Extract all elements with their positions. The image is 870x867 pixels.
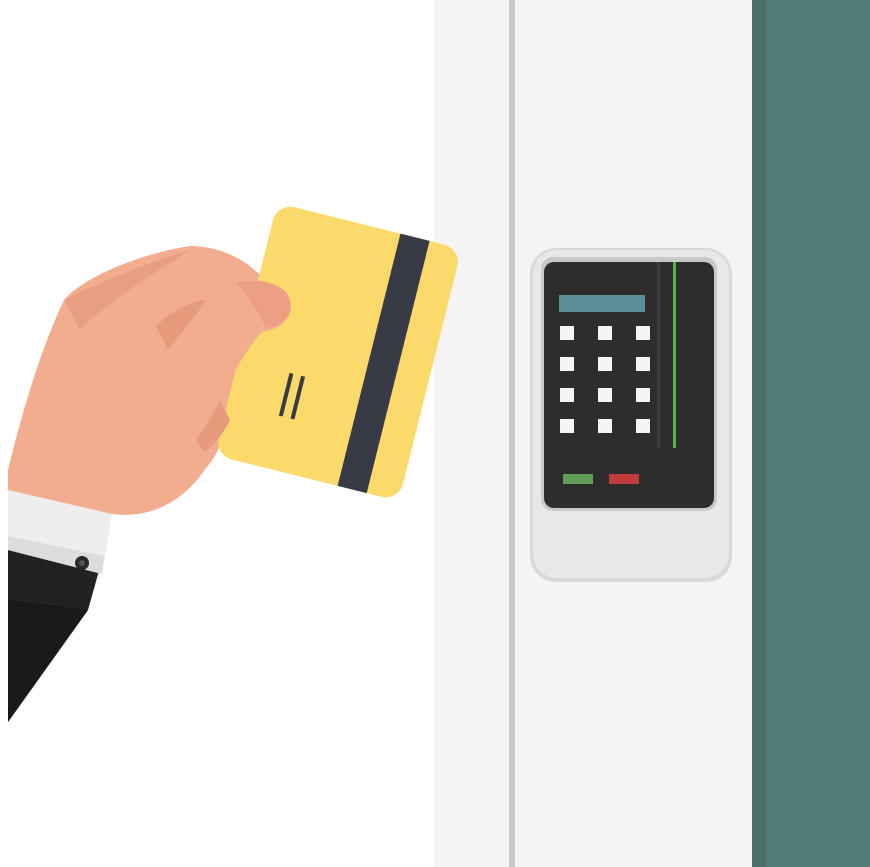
reader-slot-light: [673, 262, 676, 448]
keypad-key: [636, 419, 650, 433]
access-control-scene: [0, 0, 870, 867]
led-green: [563, 474, 593, 484]
reader-screen: [559, 295, 645, 312]
keypad-key: [598, 419, 612, 433]
keypad-key: [598, 326, 612, 340]
door: [752, 0, 870, 867]
led-red: [609, 474, 639, 484]
keypad-key: [560, 357, 574, 371]
sleeve: [8, 548, 102, 722]
keypad-key: [598, 388, 612, 402]
keypad-key: [560, 419, 574, 433]
keypad-key: [560, 388, 574, 402]
keypad-key: [598, 357, 612, 371]
keypad-key: [560, 326, 574, 340]
card-reader-icon: [530, 248, 732, 582]
keypad-key: [636, 388, 650, 402]
keypad-key: [636, 357, 650, 371]
reader-slot: [657, 262, 660, 448]
door-edge: [752, 0, 766, 867]
illustration: [8, 0, 870, 867]
door-frame-line: [509, 0, 515, 867]
keypad-key: [636, 326, 650, 340]
keycard-icon: [218, 206, 458, 498]
